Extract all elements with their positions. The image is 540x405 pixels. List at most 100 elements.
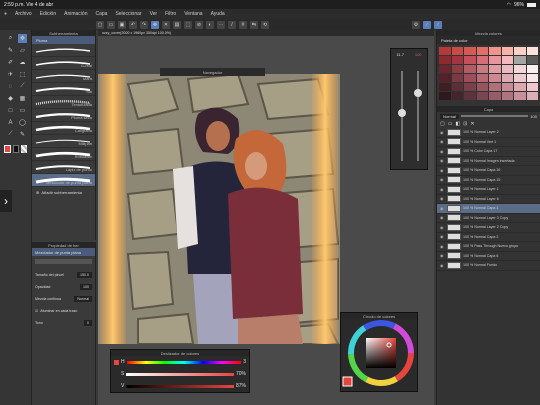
layer-item[interactable]: ◉ 100 % Normal Layer 2 [437, 128, 540, 138]
move-icon[interactable]: ✥ [151, 20, 159, 29]
swatch[interactable] [526, 92, 538, 100]
eraser-tool-icon[interactable]: ▱ [18, 46, 27, 55]
swatch[interactable] [451, 92, 463, 100]
swatch[interactable] [476, 47, 488, 55]
menu-seleccionar[interactable]: Seleccionar [115, 11, 141, 17]
zoom-slider-handle[interactable] [398, 109, 406, 117]
save-icon[interactable]: ▣ [118, 20, 126, 29]
visibility-eye-icon[interactable]: ◉ [440, 149, 445, 154]
swatch[interactable] [489, 83, 501, 91]
zoom-tool-icon[interactable]: ⌕ [6, 34, 15, 43]
deselect-icon[interactable]: ⊘ [195, 20, 203, 29]
visibility-eye-icon[interactable]: ◉ [440, 158, 445, 163]
swatch[interactable] [514, 65, 526, 73]
menu-ayuda[interactable]: Ayuda [211, 11, 225, 17]
menu-archivo[interactable]: Archivo [15, 11, 32, 17]
swatch[interactable] [451, 56, 463, 64]
visibility-eye-icon[interactable]: ◉ [440, 215, 445, 220]
menu-ver[interactable]: Ver [150, 11, 158, 17]
visibility-eye-icon[interactable]: ◉ [440, 177, 445, 182]
swatch[interactable] [489, 47, 501, 55]
clear-icon[interactable]: ✕ [162, 20, 170, 29]
layer-item[interactable]: ◉ 100 % Normal Capa 16 [437, 166, 540, 176]
swatch[interactable] [526, 83, 538, 91]
swatch[interactable] [476, 65, 488, 73]
brush-item[interactable]: Rotulador [32, 148, 95, 161]
swatch[interactable] [489, 65, 501, 73]
swatch[interactable] [476, 56, 488, 64]
swatch[interactable] [501, 47, 513, 55]
prop-row[interactable]: Tamaño del pincel 150.0 [35, 269, 92, 281]
pen-tool-icon[interactable]: ✎ [6, 46, 15, 55]
swatch[interactable] [451, 83, 463, 91]
layer-item[interactable]: ◉ 100 % Normal Capa 15 [437, 176, 540, 185]
new-layer-icon[interactable]: ▢ [440, 121, 445, 127]
menu-ventana[interactable]: Ventana [184, 11, 202, 17]
layer-item[interactable]: ◉ 100 % Normal Layer 1 [437, 185, 540, 195]
layer-item[interactable]: ◉ 100 % Normal Imagen insertada [437, 157, 540, 166]
swatch[interactable] [501, 92, 513, 100]
main-color-swatch[interactable] [4, 145, 11, 153]
swatch[interactable] [514, 74, 526, 82]
layer-item[interactable]: ◉ 100 % Normal Vert 1 [437, 138, 540, 147]
rotate-icon[interactable]: ⟲ [261, 20, 269, 29]
checkbox-icon[interactable]: ☑ [35, 309, 38, 313]
collapse-panel-icon[interactable]: › [0, 190, 12, 212]
swatch[interactable] [464, 74, 476, 82]
swatch[interactable] [501, 74, 513, 82]
brush-item[interactable]: G-real [32, 57, 95, 70]
swatch[interactable] [476, 74, 488, 82]
swatch[interactable] [514, 83, 526, 91]
snap-icon[interactable]: ⋯ [217, 20, 225, 29]
menu-filtro[interactable]: Filtro [165, 11, 176, 17]
visibility-eye-icon[interactable]: ◉ [440, 253, 445, 258]
pen-stroke-icon[interactable]: ∕ [423, 20, 431, 29]
brush-stroke-icon[interactable]: ∕ [434, 20, 442, 29]
frame-tool-icon[interactable]: ▭ [18, 106, 27, 115]
visibility-eye-icon[interactable]: ◉ [440, 187, 445, 192]
prop-row[interactable]: Tono 0 [35, 317, 92, 329]
swatch[interactable] [464, 83, 476, 91]
selection-tool-icon[interactable]: ⬚ [18, 70, 27, 79]
ruler-tool-icon[interactable]: ⟋ [6, 130, 15, 139]
rotate-slider-handle[interactable] [414, 89, 422, 97]
swatch[interactable] [489, 74, 501, 82]
swatch[interactable] [439, 92, 451, 100]
swatch[interactable] [501, 65, 513, 73]
grid-icon[interactable]: # [239, 20, 247, 29]
lasso-tool-icon[interactable]: ◌ [6, 82, 15, 91]
menu-edicion[interactable]: Edición [40, 11, 56, 17]
new-folder-icon[interactable]: ▭ [448, 121, 453, 127]
balloon-tool-icon[interactable]: ◯ [18, 118, 27, 127]
eyedropper-tool-icon[interactable]: ⟋ [18, 82, 27, 91]
visibility-eye-icon[interactable]: ◉ [440, 139, 445, 144]
menu-capa[interactable]: Capa [95, 11, 107, 17]
move-tool-icon[interactable]: ✥ [18, 34, 27, 43]
swatch[interactable] [451, 74, 463, 82]
swatch[interactable] [464, 47, 476, 55]
navigator-bar[interactable]: Navegador [160, 68, 265, 76]
visibility-eye-icon[interactable]: ◉ [440, 206, 445, 211]
layer-item[interactable]: ◉ 100 % Normal Capa 1 [437, 204, 540, 214]
swatch[interactable] [464, 92, 476, 100]
fill-icon[interactable]: ▤ [173, 20, 181, 29]
prop-row[interactable]: Mezcla continua Normal [35, 293, 92, 305]
swatch[interactable] [439, 83, 451, 91]
shape-tool-icon[interactable]: □ [6, 106, 15, 115]
swatch[interactable] [464, 56, 476, 64]
visibility-eye-icon[interactable]: ◉ [440, 234, 445, 239]
layer-item[interactable]: ◉ 100 % Normal Layer 6 [437, 195, 540, 204]
layer-item[interactable]: ◉ 100 % Normal Capa 6 [437, 252, 540, 261]
brush-item[interactable]: Lápiz de punto [32, 161, 95, 174]
swatch[interactable] [501, 83, 513, 91]
visibility-eye-icon[interactable]: ◉ [440, 244, 445, 249]
visibility-eye-icon[interactable]: ◉ [440, 130, 445, 135]
swatch[interactable] [501, 56, 513, 64]
swatch[interactable] [439, 65, 451, 73]
swatch[interactable] [526, 74, 538, 82]
color-wheel[interactable] [341, 319, 419, 391]
layer-opacity[interactable]: 100 [530, 114, 537, 119]
new-file-icon[interactable]: ▢ [96, 20, 104, 29]
swatch[interactable] [514, 56, 526, 64]
sub-color-swatch[interactable] [12, 145, 19, 153]
